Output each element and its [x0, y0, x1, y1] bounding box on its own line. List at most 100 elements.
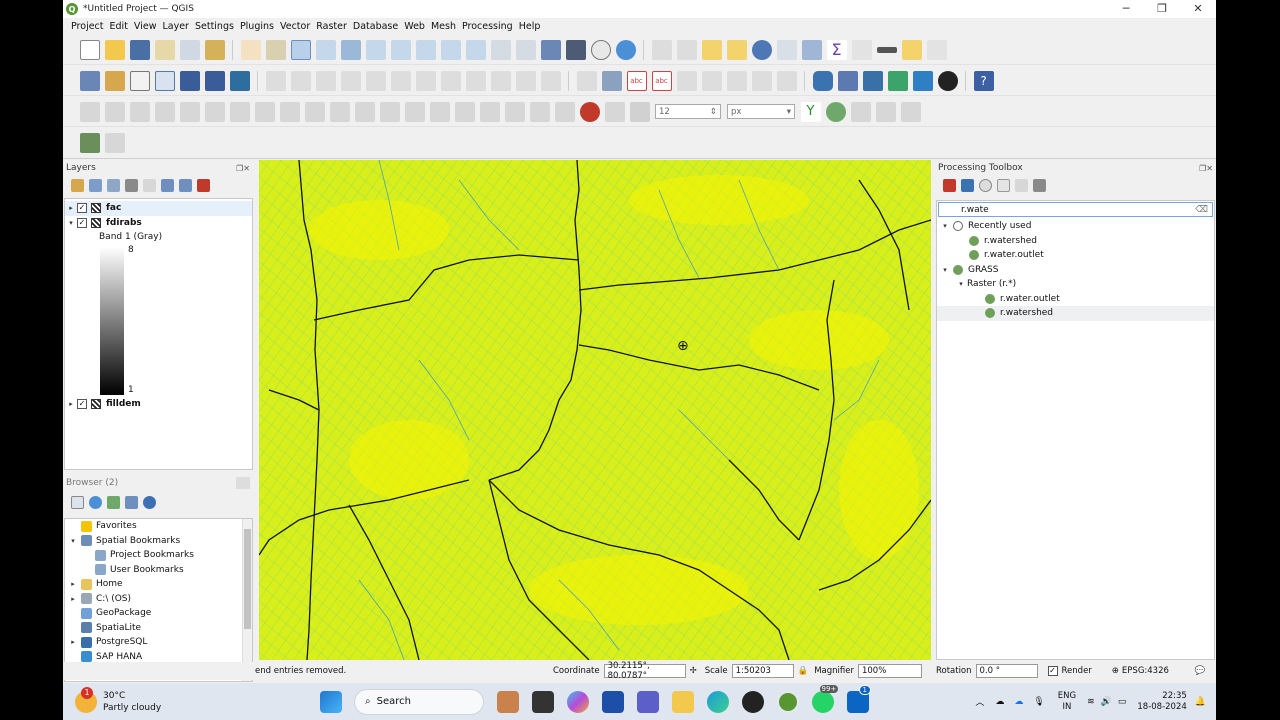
offset-curve-icon[interactable] — [254, 101, 275, 122]
options-wrench-icon[interactable] — [1032, 178, 1046, 192]
browser-item[interactable]: ▸ C:\ (OS) — [65, 592, 252, 607]
profile-tool-icon[interactable] — [837, 70, 858, 91]
delete-part-icon[interactable] — [204, 101, 225, 122]
notifications-icon[interactable]: 🔔 — [1195, 697, 1206, 707]
expand-arrow-icon[interactable]: ▾ — [67, 537, 79, 545]
onedrive-icon[interactable]: ☁ — [1014, 697, 1023, 707]
grass-tools-icon[interactable] — [104, 133, 125, 153]
scale-feature-icon[interactable] — [504, 101, 525, 122]
wifi-icon[interactable]: ≋ — [1087, 697, 1095, 707]
minimize-button[interactable]: ─ — [1108, 0, 1144, 18]
menu-project[interactable]: Project — [71, 21, 104, 32]
expand-arrow-icon[interactable]: ▸ — [65, 204, 77, 212]
paste-features-icon[interactable] — [490, 70, 511, 91]
history-icon[interactable] — [978, 178, 992, 192]
menu-plugins[interactable]: Plugins — [240, 21, 274, 32]
layer-row-fac[interactable]: ▸ ✓ fac — [65, 201, 252, 216]
clear-search-icon[interactable]: ⌫ — [1195, 205, 1208, 215]
panel-float-close-icon[interactable]: ❐✕ — [1199, 164, 1213, 173]
menu-processing[interactable]: Processing — [462, 21, 513, 32]
rotation-input[interactable]: 0.0 ° — [975, 664, 1038, 678]
layer-visibility-checkbox[interactable]: ✓ — [77, 398, 87, 409]
snapping-type-icon[interactable] — [604, 101, 625, 122]
browser-item[interactable]: ▸ PostgreSQL — [65, 635, 252, 650]
rotate-feature-icon[interactable] — [479, 101, 500, 122]
add-selected-layers-icon[interactable] — [70, 495, 84, 509]
layer-visibility-checkbox[interactable]: ✓ — [77, 217, 87, 228]
render-checkbox[interactable]: ✓ — [1047, 666, 1058, 676]
save-edits-icon[interactable] — [315, 70, 336, 91]
map-canvas[interactable]: ⊕ — [259, 160, 931, 660]
delete-selected-icon[interactable] — [415, 70, 436, 91]
battery-icon[interactable]: ▭ — [1118, 697, 1127, 707]
network-plugin-icon[interactable] — [912, 70, 933, 91]
merge-attributes-icon[interactable] — [404, 101, 425, 122]
layer-row-fdirabs[interactable]: ▾ ✓ fdirabs — [65, 216, 252, 231]
magnifier-input[interactable]: 100% — [857, 664, 922, 678]
redo-icon[interactable] — [540, 70, 561, 91]
label-toolbar-icon[interactable] — [576, 70, 597, 91]
algorithm-tree-item[interactable]: ▾ Raster (r.*) — [937, 277, 1214, 292]
add-ring-icon[interactable] — [104, 101, 125, 122]
temporal-controller-icon[interactable] — [590, 39, 611, 60]
cut-features-icon[interactable] — [440, 70, 461, 91]
edit-features-inplace-icon[interactable] — [1014, 178, 1028, 192]
pin-labels-icon[interactable] — [676, 70, 697, 91]
linkedin-icon[interactable]: 1 — [846, 684, 871, 713]
scale-bar-icon[interactable] — [876, 46, 897, 53]
collapse-arrow-icon[interactable]: ▾ — [939, 222, 951, 230]
browser-item[interactable]: Project Bookmarks — [65, 548, 252, 563]
browser-item[interactable]: ▾ Spatial Bookmarks — [65, 534, 252, 549]
microphone-icon[interactable]: 🎙 — [1033, 697, 1044, 707]
collapse-all-icon[interactable] — [178, 178, 192, 192]
zoom-native-icon[interactable] — [415, 39, 436, 60]
browser-info-icon[interactable] — [142, 495, 156, 509]
advanced-digitizing-icon[interactable] — [79, 101, 100, 122]
menu-vector[interactable]: Vector — [280, 21, 310, 32]
zoom-full-icon[interactable] — [340, 39, 361, 60]
algorithm-tree-item[interactable]: r.water.outlet — [937, 292, 1214, 307]
save-as-icon[interactable] — [154, 39, 175, 60]
undo-icon[interactable] — [515, 70, 536, 91]
chatgpt-icon[interactable] — [741, 690, 764, 713]
new-3d-view-icon[interactable] — [515, 39, 536, 60]
filter-expression-icon[interactable] — [142, 178, 156, 192]
qgis2web-icon[interactable] — [887, 70, 908, 91]
algorithm-tree-item[interactable]: r.watershed — [937, 234, 1214, 249]
panel-float-icon[interactable] — [236, 477, 250, 489]
data-source-manager-icon[interactable] — [79, 70, 100, 91]
pan-hand-icon[interactable] — [240, 39, 261, 60]
select-by-value-icon[interactable] — [676, 39, 697, 60]
satellite-plugin-icon[interactable] — [862, 70, 883, 91]
open-project-icon[interactable] — [104, 39, 125, 60]
add-group-icon[interactable] — [88, 178, 102, 192]
algorithm-tree-item[interactable]: ▾ GRASS — [937, 263, 1214, 278]
split-features-icon[interactable] — [329, 101, 350, 122]
expand-arrow-icon[interactable]: ▸ — [67, 595, 79, 603]
snapping-layer-icon[interactable] — [629, 101, 650, 122]
attribute-table-icon[interactable] — [776, 39, 797, 60]
show-hide-labels-icon[interactable] — [701, 70, 722, 91]
tracing-icon[interactable]: Y — [800, 101, 821, 122]
models-icon[interactable] — [942, 178, 956, 192]
offset-point-icon[interactable] — [454, 101, 475, 122]
add-mesh-layer-icon[interactable] — [179, 70, 200, 91]
avoid-overlap-icon[interactable] — [850, 101, 871, 122]
briefcase-widget-icon[interactable] — [496, 690, 519, 713]
scripts-icon[interactable] — [960, 178, 974, 192]
close-button[interactable]: ✕ — [1180, 0, 1216, 18]
save-project-icon[interactable] — [129, 39, 150, 60]
whatsapp-icon[interactable]: 99+ — [811, 684, 839, 713]
trim-extend-icon[interactable] — [304, 101, 325, 122]
processing-toolbox-icon[interactable] — [801, 39, 822, 60]
clock[interactable]: 22:35 18-08-2024 — [1137, 691, 1186, 713]
menu-raster[interactable]: Raster — [316, 21, 347, 32]
copy-features-icon[interactable] — [465, 70, 486, 91]
maximize-button[interactable]: ❐ — [1144, 0, 1180, 18]
topology-icon[interactable] — [825, 101, 846, 122]
new-bookmark-icon[interactable] — [540, 39, 561, 60]
add-raster-layer-icon[interactable] — [204, 70, 225, 91]
split-parts-icon[interactable] — [354, 101, 375, 122]
algorithm-search-input[interactable]: r.wate ⌫ — [938, 202, 1213, 217]
map-tips-icon[interactable] — [901, 39, 922, 60]
